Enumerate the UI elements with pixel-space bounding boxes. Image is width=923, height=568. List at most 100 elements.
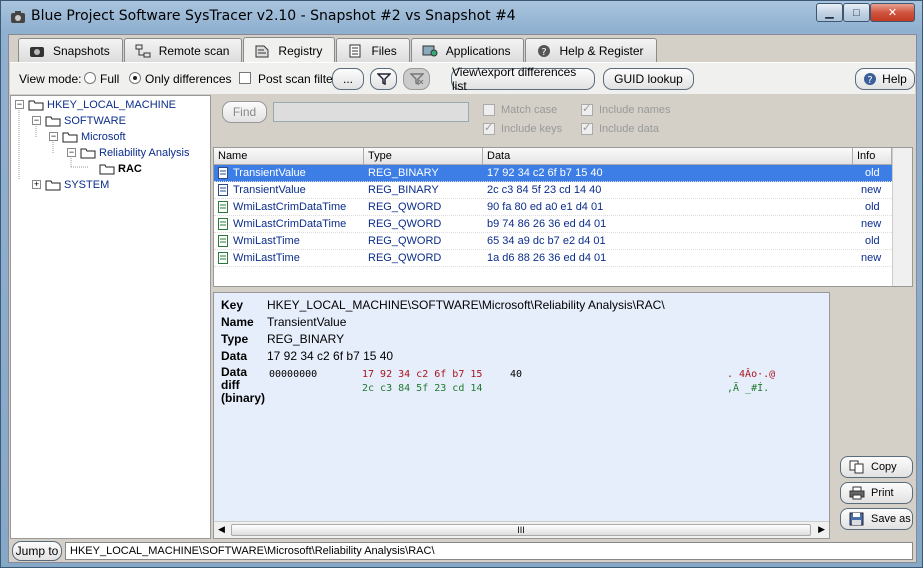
find-input[interactable] — [273, 102, 469, 122]
tree-node-software[interactable]: SOFTWARE — [45, 113, 126, 129]
scroll-right-icon[interactable]: ▶ — [818, 524, 825, 535]
tree-node-reliability-analysis[interactable]: Reliability Analysis — [80, 145, 189, 161]
tree-node-label: RAC — [118, 163, 142, 175]
column-header-info[interactable]: Info — [853, 148, 892, 165]
tree-node-hklm[interactable]: HKEY_LOCAL_MACHINE — [28, 97, 176, 113]
table-row[interactable]: WmiLastTime REG_QWORD 1a d6 88 26 36 ed … — [214, 250, 892, 267]
help-label: Help — [882, 72, 907, 86]
differences-table[interactable]: Name Type Data Info TransientValue REG_B… — [213, 147, 913, 287]
tab-registry[interactable]: Registry — [243, 37, 336, 63]
filter-button[interactable] — [370, 68, 397, 90]
tree-node-label: Microsoft — [81, 131, 126, 143]
tab-label: Snapshots — [53, 43, 110, 58]
table-row[interactable]: TransientValue REG_BINARY 17 92 34 c2 6f… — [214, 165, 892, 182]
match-case-checkbox[interactable] — [483, 104, 495, 116]
app-window: Blue Project Software SysTracer v2.10 - … — [0, 0, 923, 568]
registry-tree[interactable]: − HKEY_LOCAL_MACHINE − SOFTWARE − Micros… — [10, 95, 211, 539]
tree-collapse-toggle[interactable]: − — [32, 116, 41, 125]
cell-name: WmiLastCrimDataTime — [233, 218, 347, 230]
applications-icon — [422, 45, 438, 56]
hex-new-changed: 2c c3 84 5f 23 cd 14 — [362, 383, 483, 394]
print-button[interactable]: Print — [840, 482, 913, 504]
registry-value-icon — [218, 184, 228, 196]
printer-icon — [849, 486, 865, 500]
column-header-name[interactable]: Name — [214, 148, 364, 165]
guid-lookup-button[interactable]: GUID lookup — [603, 68, 694, 90]
cell-name: WmiLastTime — [233, 252, 300, 264]
cell-data: 2c c3 84 5f 23 cd 14 40 — [487, 184, 602, 196]
filter-options-button[interactable]: ... — [332, 68, 364, 90]
only-differences-radio[interactable] — [129, 72, 141, 84]
table-row[interactable]: WmiLastCrimDataTime REG_QWORD b9 74 86 2… — [214, 216, 892, 233]
tab-applications[interactable]: Applications — [410, 38, 524, 62]
tab-snapshots[interactable]: Snapshots — [18, 38, 123, 62]
tree-collapse-toggle[interactable]: − — [67, 148, 76, 157]
cell-data: b9 74 86 26 36 ed d4 01 — [487, 218, 607, 230]
folder-icon — [45, 116, 61, 127]
ascii-old: . 4Âo·.@ — [727, 369, 776, 380]
include-names-checkbox[interactable] — [581, 102, 593, 116]
maximize-button[interactable]: □ — [843, 3, 870, 22]
post-scan-filter-label[interactable]: Post scan filter — [258, 72, 337, 86]
cell-name: WmiLastTime — [233, 235, 300, 247]
find-button[interactable]: Find — [222, 101, 267, 123]
detail-name-value: TransientValue — [267, 315, 347, 329]
copy-button[interactable]: Copy — [840, 456, 913, 478]
tree-collapse-toggle[interactable]: − — [49, 132, 58, 141]
tree-collapse-toggle[interactable]: − — [15, 100, 24, 109]
tab-files[interactable]: Files — [336, 38, 410, 62]
cell-data: 90 fa 80 ed a0 e1 d4 01 — [487, 201, 604, 213]
include-data-checkbox[interactable] — [581, 121, 593, 135]
table-row[interactable]: TransientValue REG_BINARY 2c c3 84 5f 23… — [214, 182, 892, 199]
registry-value-icon — [218, 167, 228, 179]
jump-to-button[interactable]: Jump to — [12, 541, 62, 561]
tree-node-label: HKEY_LOCAL_MACHINE — [47, 99, 176, 111]
tab-bar: Snapshots Remote scan Registry Files App… — [18, 37, 658, 63]
jump-path-input[interactable]: HKEY_LOCAL_MACHINE\SOFTWARE\Microsoft\Re… — [65, 542, 913, 560]
column-header-type[interactable]: Type — [364, 148, 483, 165]
clear-filter-button[interactable] — [403, 68, 430, 90]
detail-diff-label-2: diff — [221, 378, 240, 392]
full-label[interactable]: Full — [100, 72, 119, 86]
column-header-data[interactable]: Data — [483, 148, 853, 165]
scroll-thumb[interactable]: III — [231, 524, 811, 536]
table-vertical-scrollbar[interactable] — [892, 148, 912, 286]
detail-horizontal-scrollbar[interactable]: ◀ III ▶ — [214, 521, 829, 538]
include-keys-checkbox[interactable] — [483, 121, 495, 135]
post-scan-filter-checkbox[interactable] — [239, 72, 251, 84]
camera-icon — [11, 11, 25, 23]
include-names-label[interactable]: Include names — [599, 104, 671, 116]
maximize-icon: □ — [853, 6, 860, 19]
full-radio[interactable] — [84, 72, 96, 84]
detail-actions: Copy Print Save as — [832, 292, 915, 539]
help-button[interactable]: ? Help — [855, 68, 915, 90]
tree-expand-toggle[interactable]: + — [32, 180, 41, 189]
tree-node-system[interactable]: SYSTEM — [45, 177, 109, 193]
scroll-left-icon[interactable]: ◀ — [218, 524, 225, 535]
files-icon — [349, 44, 361, 57]
include-keys-label[interactable]: Include keys — [501, 123, 562, 135]
hex-offset: 00000000 — [269, 369, 318, 380]
minimize-button[interactable]: ▁ — [816, 3, 843, 22]
svg-text:?: ? — [541, 47, 546, 58]
table-row[interactable]: WmiLastTime REG_QWORD 65 34 a9 dc b7 e2 … — [214, 233, 892, 250]
tree-node-rac[interactable]: RAC — [99, 161, 142, 177]
search-panel: Find Match case Include names Include ke… — [213, 95, 915, 147]
tab-remote-scan[interactable]: Remote scan — [123, 38, 243, 62]
detail-pane: Key HKEY_LOCAL_MACHINE\SOFTWARE\Microsof… — [213, 292, 830, 539]
tab-help-register[interactable]: ? Help & Register — [524, 38, 657, 62]
tree-node-microsoft[interactable]: Microsoft — [62, 129, 126, 145]
only-differences-label[interactable]: Only differences — [145, 72, 232, 86]
svg-text:?: ? — [868, 75, 873, 86]
registry-value-icon — [218, 218, 228, 230]
jump-bar: Jump to HKEY_LOCAL_MACHINE\SOFTWARE\Micr… — [10, 540, 915, 562]
include-data-label[interactable]: Include data — [599, 123, 659, 135]
table-row[interactable]: WmiLastCrimDataTime REG_QWORD 90 fa 80 e… — [214, 199, 892, 216]
tab-label: Files — [371, 43, 397, 58]
view-export-differences-button[interactable]: View\export differences list — [451, 65, 595, 93]
title-bar[interactable]: Blue Project Software SysTracer v2.10 - … — [1, 1, 922, 31]
match-case-label[interactable]: Match case — [501, 104, 557, 116]
save-as-button[interactable]: Save as — [840, 508, 913, 530]
close-button[interactable]: ✕ — [870, 3, 915, 22]
window-title: Blue Project Software SysTracer v2.10 - … — [31, 8, 516, 24]
